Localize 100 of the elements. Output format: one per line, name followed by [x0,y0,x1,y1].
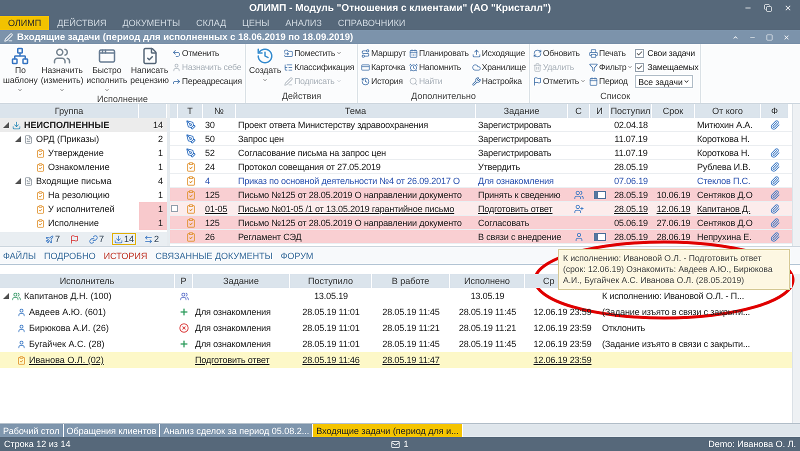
table-row[interactable]: 26 Регламент СЭД В связи с внедрение 28.05.19 28.06.19 Непрухина Е. [170,230,792,244]
history-row[interactable]: Бирюкова А.И. (26) Для ознакомления 28.05.19 11:01 28.05.19 11:21 28.05.19 11:21 12.06.19 23:59 Отклонить [0,320,792,336]
ribbon-button[interactable]: Создать [248,46,282,84]
table-cell-text: Отклонить [601,323,646,333]
ribbon-button[interactable]: Назначить (изменить) [40,46,84,94]
ribbon-button[interactable]: Поместить [283,46,356,60]
table-cell-text: 125 [204,218,221,228]
caret-icon [336,78,342,84]
menu-item[interactable]: ДОКУМЕНТЫ [114,16,188,30]
history-row[interactable]: Капитанов Д.Н. (100) 13.05.19 13.05.19 К исполнению: Ивановой О.Л. - П... [0,288,792,304]
counter-button[interactable]: 7 [42,233,62,245]
checkbox[interactable] [635,62,644,72]
tree-item[interactable]: Утверждение 1 [0,146,167,160]
table-cell-text: Непрухина Е. [696,232,752,242]
table-cell-text: 28.05.19 11:01 [301,307,361,317]
row-checkbox[interactable] [171,205,178,212]
menu-item[interactable]: СПРАВОЧНИКИ [330,16,414,30]
counter-button[interactable]: 2 [142,233,161,245]
collapse-icon[interactable] [15,136,21,142]
mail-icon[interactable] [391,440,400,448]
tab[interactable]: ИСТОРИЯ [104,250,148,260]
ribbon-button[interactable]: Планировать [408,46,470,60]
clipboard-icon [36,218,45,228]
ribbon-button[interactable]: Написать рецензию [129,46,170,87]
table-row[interactable]: 52 Согласование письма на запрос цен Зарегистрировать 11.07.19 Короткова Н. [170,146,792,160]
person-icon [172,62,181,72]
table-cell-text: Запрос цен [237,134,285,144]
counter-button[interactable]: 7 [86,233,106,245]
ribbon-button[interactable]: Фильтр [588,60,634,74]
ribbon-button[interactable]: По шаблону [2,46,39,94]
ribbon-button[interactable]: Переадресация [170,74,243,88]
ribbon-button[interactable]: Хранилище [470,60,527,74]
ribbon-button[interactable]: Обновить [532,46,588,60]
tab[interactable]: ПОДРОБНО [44,250,96,260]
person-icon [17,324,26,332]
flag-icon [532,76,542,86]
history-row[interactable]: Бугайчек А.С. (28) Для ознакомления 28.05.19 11:01 28.05.19 11:45 28.05.19 11:45 12.06.19 23:59 (Задание изъято в связи с закрыти... [0,336,792,352]
checkbox[interactable] [635,48,644,58]
table-cell-text: Зарегистрировать [477,120,552,130]
tree-item[interactable]: Входящие письма 4 [0,174,167,188]
close-icon[interactable] [783,34,790,40]
table-row[interactable]: 01-05 Письмо №01-05 /1 от 13.05.2019 гарантийное письмо Подготовить ответ 28.05.19 12.06.19 Капитанов Д. [170,202,792,216]
tree-item[interactable]: НЕИСПОЛНЕННЫЕ 14 [0,118,167,132]
menu-item[interactable]: СКЛАД [188,16,234,30]
clipboard-icon [186,218,196,228]
tab[interactable]: ФАЙЛЫ [3,250,36,260]
history-row[interactable]: Иванова О.Л. (02) Подготовить ответ 28.05.19 11:46 28.05.19 11:47 12.06.19 23:59 [0,352,792,368]
menu-item[interactable]: АНАЛИЗ [277,16,330,30]
column-header: Исполнено [450,274,525,288]
ribbon-button[interactable]: Напомнить [408,60,470,74]
clipboard-icon [36,148,45,158]
scrollbar[interactable] [792,274,800,423]
flag-icon [70,234,79,244]
table-row[interactable]: 30 Проект ответа Министерству здравоохранения Зарегистрировать 02.04.18 Митюхин А.А. [170,118,792,132]
ribbon-button[interactable]: Исходящие [470,46,527,60]
ribbon-button[interactable]: Маршрут [360,46,407,60]
tree-item[interactable]: Ознакомление 1 [0,160,167,174]
executor-name: Капитанов Д.Н. (100) [24,291,112,301]
table-cell-text: Утвердить [477,162,522,172]
ribbon-button[interactable]: Отменить [170,46,243,60]
column-header: С [568,104,590,118]
tree-item[interactable]: У исполнителей 1 [0,202,167,216]
forward-icon [172,76,181,86]
ribbon-button[interactable]: Отметить [532,74,588,88]
table-cell-text: 28.05.19 [613,204,649,214]
table-row[interactable]: 4 Приказ по основной деятельности №4 от 26.09.2017 О Для ознакомления 07.06.19 Стеклов П.С. [170,174,792,188]
table-row[interactable]: 50 Запрос цен Зарегистрировать 11.07.19 Короткова Н. [170,132,792,146]
tab[interactable]: СВЯЗАННЫЕ ДОКУМЕНТЫ [155,250,273,260]
menu-item[interactable]: ЦЕНЫ [234,16,278,30]
close-icon[interactable] [784,4,792,12]
executor-name: Иванова О.Л. (02) [29,355,104,365]
tree-item[interactable]: На резолюцию 1 [0,188,167,202]
clipboard-icon [186,204,196,214]
tree-item[interactable]: ОРД (Приказы) 2 [0,132,167,146]
table-cell-text: 11.07.19 [613,148,649,158]
ribbon-button[interactable]: История [360,74,407,88]
collapse-icon[interactable] [3,293,9,299]
scrollbar[interactable] [792,104,800,246]
ribbon-button[interactable]: Быстро исполнить [85,46,128,94]
table-row[interactable]: 125 Письмо №125 от 28.05.2019 О направлении документо Принять к сведению 28.05.19 10.06.19 Сентяков Д.О [170,188,792,202]
collapse-icon[interactable] [3,122,9,128]
ribbon-button[interactable]: Карточка [360,60,407,74]
ribbon-button[interactable]: Настройка [470,74,527,88]
ribbon-button[interactable]: Печать [588,46,634,60]
menu-item[interactable]: ОЛИМП [0,16,50,30]
tab[interactable]: ФОРУМ [280,250,314,260]
ribbon-button[interactable]: Период [588,74,634,88]
collapse-icon[interactable] [15,178,21,184]
restore-icon[interactable] [764,4,772,12]
table-cell-text: 52 [204,148,216,158]
ribbon-button[interactable]: Классификация [283,60,356,74]
table-row[interactable]: 125 Письмо №125 от 28.05.2019 О направлении документо Согласовать 05.06.19 27.06.19 Сентяков Д.О [170,216,792,230]
table-row[interactable]: 24 Протокол совещания от 27.05.2019 Утвердить 28.05.19 Рублева И.В. [170,160,792,174]
tree-item[interactable]: Исполнение 1 [0,216,167,230]
counter-button[interactable]: 14 [112,233,136,245]
menu-item[interactable]: ДЕЙСТВИЯ [49,16,114,30]
table-cell-text: Сентяков Д.О [696,190,754,200]
taskbar-tab[interactable]: Входящие задачи (период для и... [313,424,463,437]
select-field[interactable]: Все задачи [635,75,694,88]
maximize-icon[interactable] [766,34,773,40]
